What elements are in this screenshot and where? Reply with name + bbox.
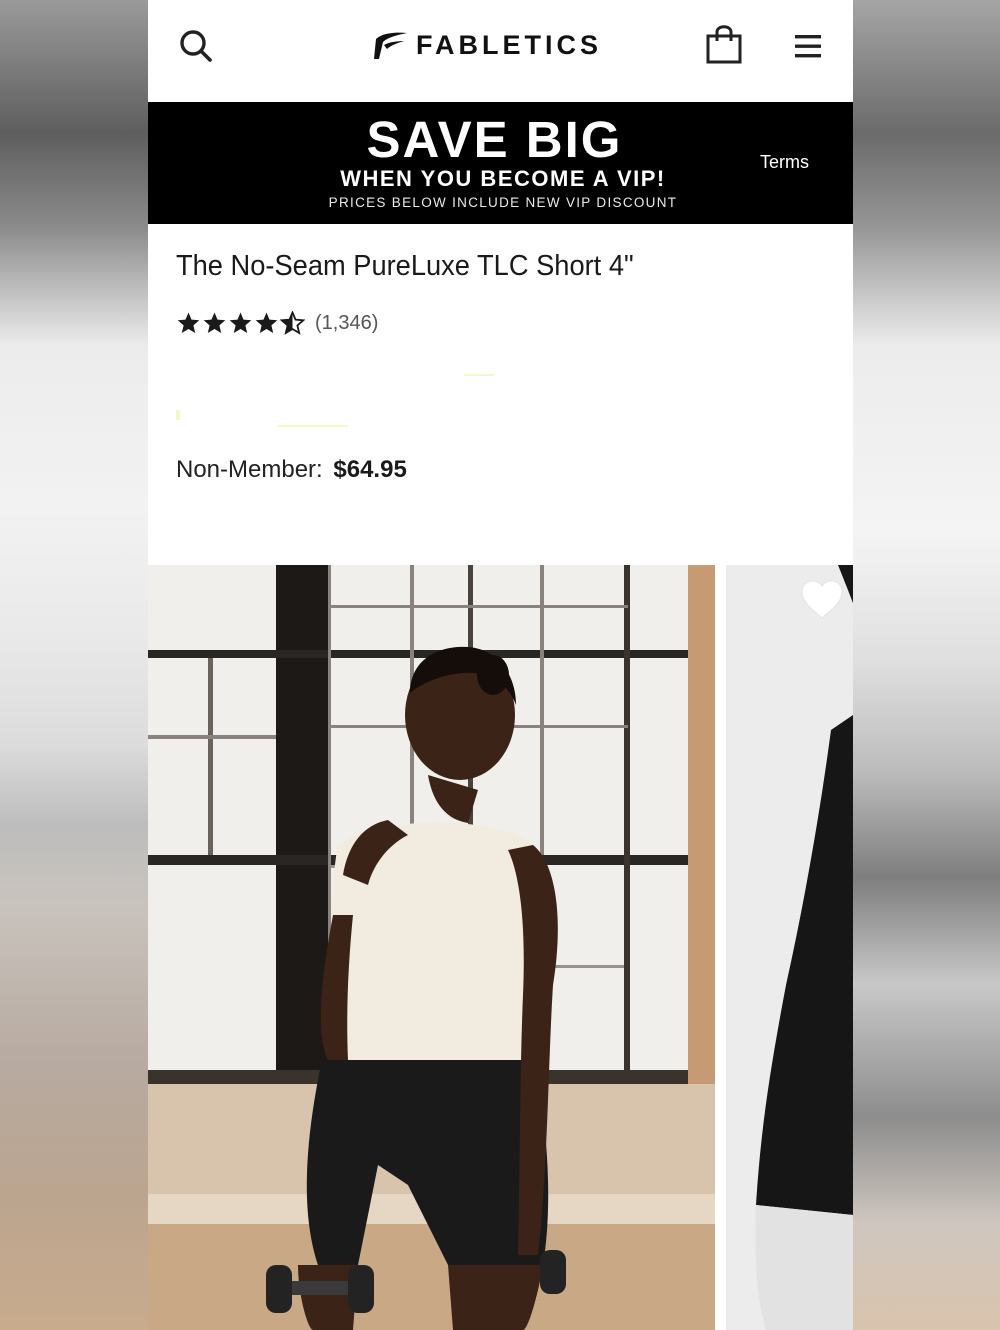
star-full-icon [203,312,226,333]
search-icon[interactable] [176,26,216,66]
promo-subheadline: WHEN YOU BECOME A VIP! [340,166,666,191]
star-half-icon [280,311,305,335]
product-photo [148,565,715,1330]
star-full-icon [177,312,200,333]
non-member-price-line: Non-Member: $64.95 [176,456,407,484]
heart-icon[interactable] [800,580,844,620]
blurred-backdrop-right [853,0,1000,1330]
brand-name: FABLETICS [416,30,603,60]
non-member-price: $64.95 [333,456,407,483]
hamburger-menu-icon[interactable] [788,26,828,66]
product-title: The No-Seam PureLuxe TLC Short 4" [176,250,634,282]
product-image-main[interactable] [148,565,715,1330]
promo-fine-print: PRICES BELOW INCLUDE NEW VIP DISCOUNT [328,195,678,210]
star-full-icon [229,312,252,333]
loading-placeholder [464,374,494,376]
loading-placeholder [278,425,348,427]
rating-stars [176,311,305,335]
site-header: FABLETICS [148,0,853,102]
non-member-label: Non-Member: [176,456,323,483]
mobile-screen: FABLETICS SAVE BIG WHEN YOU BECOME A VIP… [148,0,853,1330]
brand-logo[interactable]: FABLETICS [372,30,602,61]
promo-headline: SAVE BIG [366,111,623,168]
star-full-icon [255,312,278,333]
vip-promo-banner[interactable]: SAVE BIG WHEN YOU BECOME A VIP! PRICES B… [148,102,853,224]
review-count: (1,346) [315,311,379,334]
product-rating[interactable]: (1,346) [176,311,378,335]
terms-link[interactable]: Terms [760,152,809,173]
shopping-bag-icon[interactable] [704,24,744,64]
blurred-backdrop-left [0,0,148,1330]
loading-placeholder [176,410,180,420]
product-photo [726,565,853,1330]
product-image-secondary[interactable] [726,565,853,1330]
fabletics-logo-icon [374,32,407,59]
